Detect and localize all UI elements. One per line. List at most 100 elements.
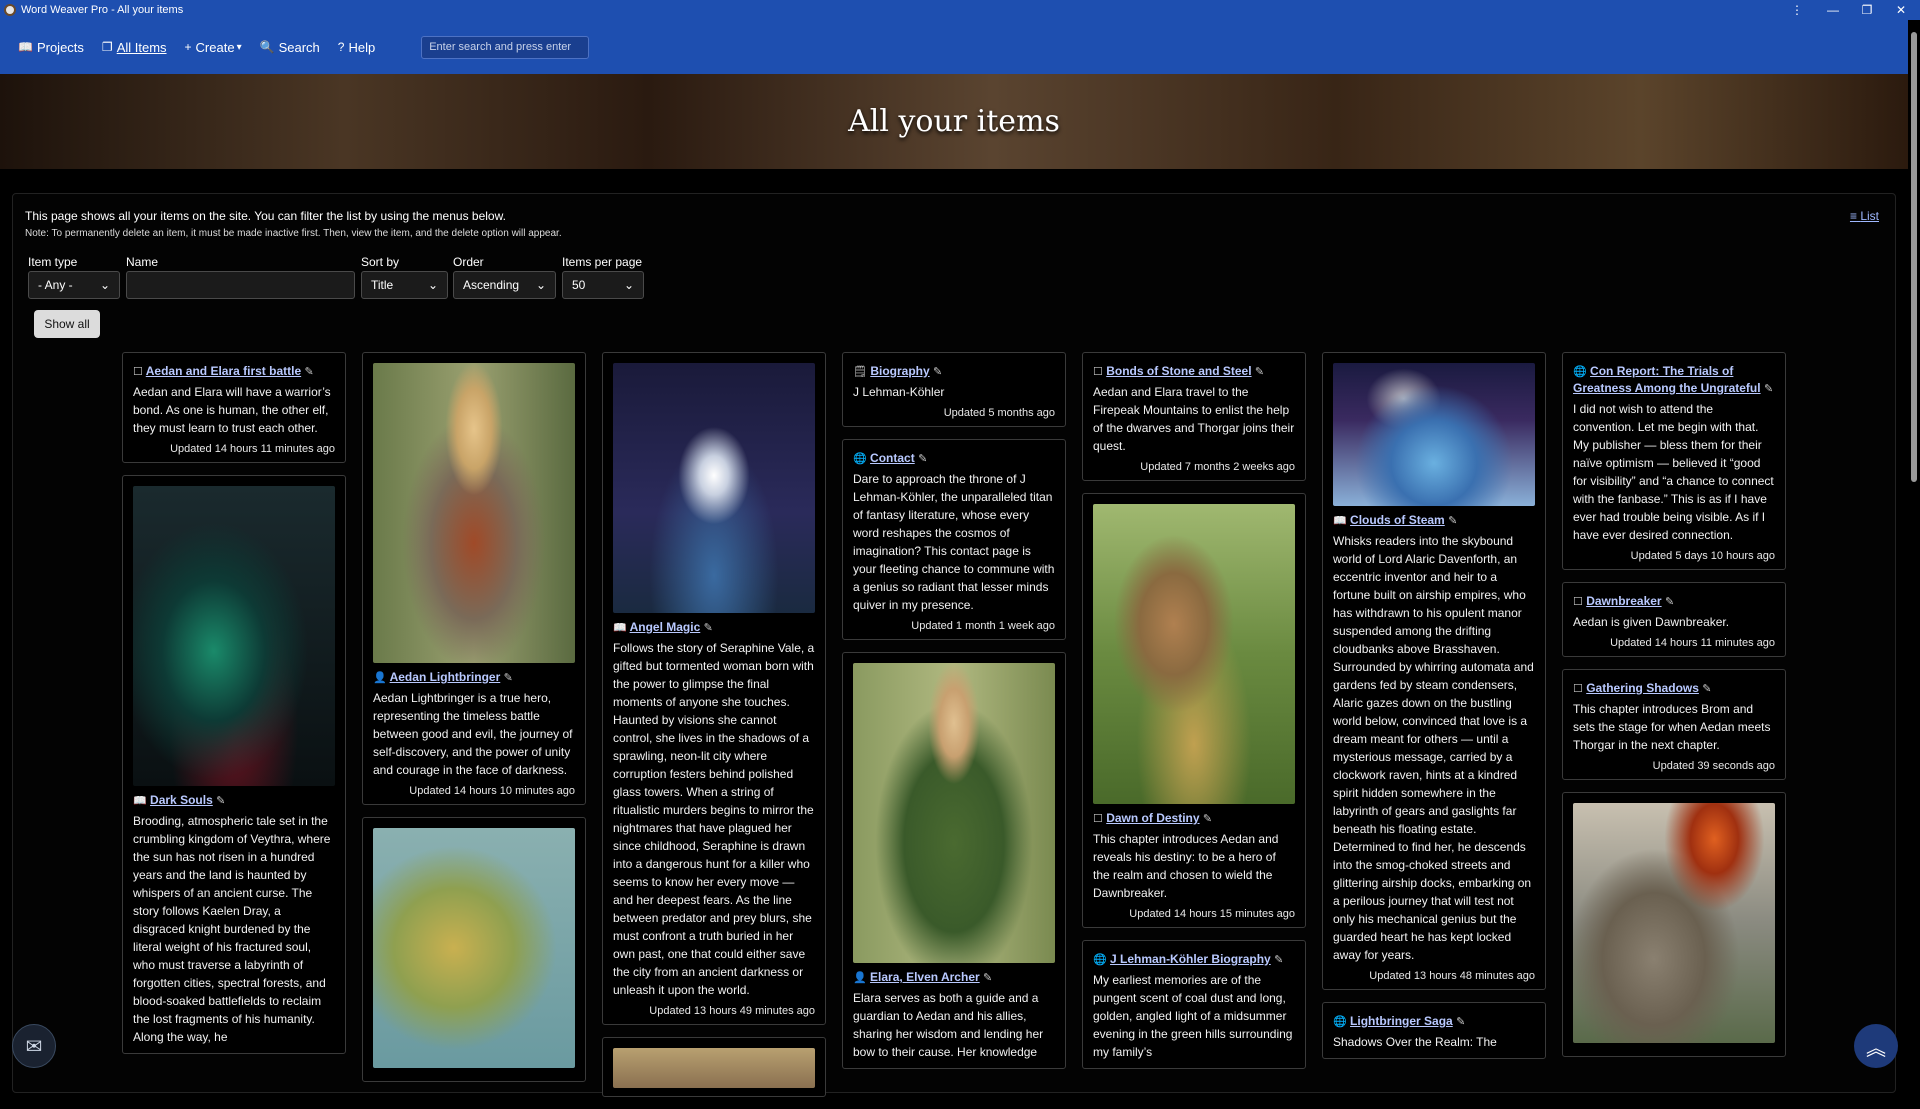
edit-icon[interactable]: ✎ xyxy=(1764,383,1773,395)
page-icon: ☐ xyxy=(1573,683,1583,695)
edit-icon[interactable]: ✎ xyxy=(1203,813,1212,825)
nav-search[interactable]: 🔍 Search xyxy=(260,40,320,55)
edit-icon[interactable]: ✎ xyxy=(1255,366,1264,378)
scrollbar-thumb[interactable] xyxy=(1911,32,1917,482)
item-summary: Elara serves as both a guide and a guard… xyxy=(853,991,1044,1059)
edit-icon[interactable]: ✎ xyxy=(704,622,713,634)
item-title-link[interactable]: J Lehman-Köhler Biography xyxy=(1110,952,1271,966)
nav-create[interactable]: + Create ▾ xyxy=(185,40,242,55)
show-all-button[interactable]: Show all xyxy=(34,310,100,338)
edit-icon[interactable]: ✎ xyxy=(1665,596,1674,608)
edit-icon[interactable]: ✎ xyxy=(304,366,313,378)
item-card xyxy=(1562,792,1786,1057)
window-title: Word Weaver Pro - All your items xyxy=(21,4,184,16)
item-title-link[interactable]: Con Report: The Trials of Greatness Amon… xyxy=(1573,364,1761,395)
item-card: 🌐 J Lehman-Köhler Biography ✎ My earlies… xyxy=(1082,940,1306,1069)
edit-icon[interactable]: ✎ xyxy=(216,795,225,807)
item-image[interactable] xyxy=(613,1048,815,1088)
message-button[interactable]: ✉ xyxy=(12,1024,56,1068)
order-value: Ascending xyxy=(463,278,520,292)
sort-by-value: Title xyxy=(371,278,394,292)
nav-create-label: Create xyxy=(195,39,235,55)
elara-image[interactable] xyxy=(853,663,1055,963)
items-per-page-select[interactable]: 50 ⌄ xyxy=(562,271,644,299)
item-card: 🌐 Lightbringer Saga ✎ Shadows Over the R… xyxy=(1322,1002,1546,1059)
intro-text: This page shows all your items on the si… xyxy=(25,209,506,223)
item-summary: Aedan and Elara will have a warrior’s bo… xyxy=(133,385,331,435)
nav-all-items[interactable]: ❐ All Items xyxy=(102,40,167,55)
item-title-link[interactable]: Contact xyxy=(870,451,915,465)
book-icon: 📖 xyxy=(1333,515,1347,527)
angel-magic-image[interactable] xyxy=(613,363,815,613)
item-updated: Updated 14 hours 10 minutes ago xyxy=(409,785,575,797)
item-summary: I did not wish to attend the convention.… xyxy=(1573,402,1774,542)
item-card: ☐ Aedan and Elara first battle ✎ Aedan a… xyxy=(122,352,346,463)
village-image[interactable] xyxy=(1093,504,1295,804)
item-updated: Updated 1 month 1 week ago xyxy=(911,620,1055,632)
nav-search-label: Search xyxy=(278,39,320,55)
name-input[interactable] xyxy=(126,271,355,299)
edit-icon[interactable]: ✎ xyxy=(918,453,927,465)
item-title-link[interactable]: Dawnbreaker xyxy=(1586,594,1661,608)
edit-icon[interactable]: ✎ xyxy=(933,366,942,378)
item-card xyxy=(362,817,586,1082)
book-icon: 📖 xyxy=(133,795,147,807)
scrollbar[interactable] xyxy=(1908,20,1920,1080)
item-title-link[interactable]: Angel Magic xyxy=(630,620,701,634)
aedan-lightbringer-image[interactable] xyxy=(373,363,575,663)
chevron-down-icon: ▾ xyxy=(236,41,242,53)
card-column: ☐ Bonds of Stone and Steel ✎ Aedan and E… xyxy=(1082,352,1306,1081)
nav-projects[interactable]: 📖 Projects xyxy=(18,40,84,55)
chevron-down-icon: ⌄ xyxy=(623,278,634,292)
globe-icon: 🌐 xyxy=(853,453,867,465)
item-title-link[interactable]: Biography xyxy=(870,364,929,378)
maximize-button[interactable]: ❐ xyxy=(1850,0,1884,20)
chevron-down-icon: ⌄ xyxy=(427,278,438,292)
edit-icon[interactable]: ✎ xyxy=(983,972,992,984)
top-navigation: 📖 Projects ❐ All Items + Create ▾ 🔍 Search ? H… xyxy=(0,20,1908,74)
item-summary: Aedan Lightbringer is a true hero, repre… xyxy=(373,691,573,777)
edit-icon[interactable]: ✎ xyxy=(1702,683,1711,695)
item-card: 🌐 Contact ✎ Dare to approach the throne … xyxy=(842,439,1066,640)
nav-help[interactable]: ? Help xyxy=(338,40,375,55)
item-title-link[interactable]: Dark Souls xyxy=(150,793,213,807)
close-button[interactable]: ✕ xyxy=(1884,0,1918,20)
item-title-link[interactable]: Dawn of Destiny xyxy=(1106,811,1199,825)
list-view-link[interactable]: ≡ List xyxy=(1850,209,1879,223)
item-title-link[interactable]: Elara, Elven Archer xyxy=(870,970,980,984)
edit-icon[interactable]: ✎ xyxy=(1456,1016,1465,1028)
clouds-of-steam-image[interactable] xyxy=(1333,363,1535,506)
edit-icon[interactable]: ✎ xyxy=(504,672,513,684)
window-menu-icon[interactable]: ⋮ xyxy=(1780,0,1814,20)
item-updated: Updated 14 hours 11 minutes ago xyxy=(1610,637,1775,649)
item-title-link[interactable]: Gathering Shadows xyxy=(1586,681,1699,695)
search-input[interactable]: Enter search and press enter xyxy=(421,35,590,59)
item-summary: This chapter introduces Aedan and reveal… xyxy=(1093,832,1279,900)
item-card: 📖 Angel Magic ✎ Follows the story of Ser… xyxy=(602,352,826,1025)
item-summary: J Lehman-Köhler xyxy=(853,385,945,399)
chevron-down-icon: ⌄ xyxy=(99,278,110,292)
item-title-link[interactable]: Bonds of Stone and Steel xyxy=(1106,364,1251,378)
map-image[interactable] xyxy=(373,828,575,1068)
item-updated: Updated 13 hours 49 minutes ago xyxy=(649,1005,815,1017)
item-title-link[interactable]: Lightbringer Saga xyxy=(1350,1014,1453,1028)
book-icon: 📖 xyxy=(613,622,627,634)
order-select[interactable]: Ascending ⌄ xyxy=(453,271,556,299)
item-summary: Whisks readers into the skybound world o… xyxy=(1333,534,1534,962)
item-type-select[interactable]: - Any - ⌄ xyxy=(28,271,120,299)
page-icon: ☐ xyxy=(1573,596,1583,608)
item-title-link[interactable]: Aedan Lightbringer xyxy=(390,670,501,684)
help-icon: ? xyxy=(337,40,345,54)
page-banner: All your items xyxy=(0,74,1908,169)
volcano-image[interactable] xyxy=(1573,803,1775,1043)
scroll-to-top-button[interactable]: ︽ xyxy=(1854,1024,1898,1068)
minimize-button[interactable]: — xyxy=(1816,0,1850,20)
dark-souls-image[interactable] xyxy=(133,486,335,786)
edit-icon[interactable]: ✎ xyxy=(1274,954,1283,966)
sort-by-select[interactable]: Title ⌄ xyxy=(361,271,448,299)
search-icon: 🔍 xyxy=(259,40,275,54)
edit-icon[interactable]: ✎ xyxy=(1448,515,1457,527)
item-title-link[interactable]: Aedan and Elara first battle xyxy=(146,364,301,378)
delete-note: Note: To permanently delete an item, it … xyxy=(25,228,562,239)
item-title-link[interactable]: Clouds of Steam xyxy=(1350,513,1445,527)
